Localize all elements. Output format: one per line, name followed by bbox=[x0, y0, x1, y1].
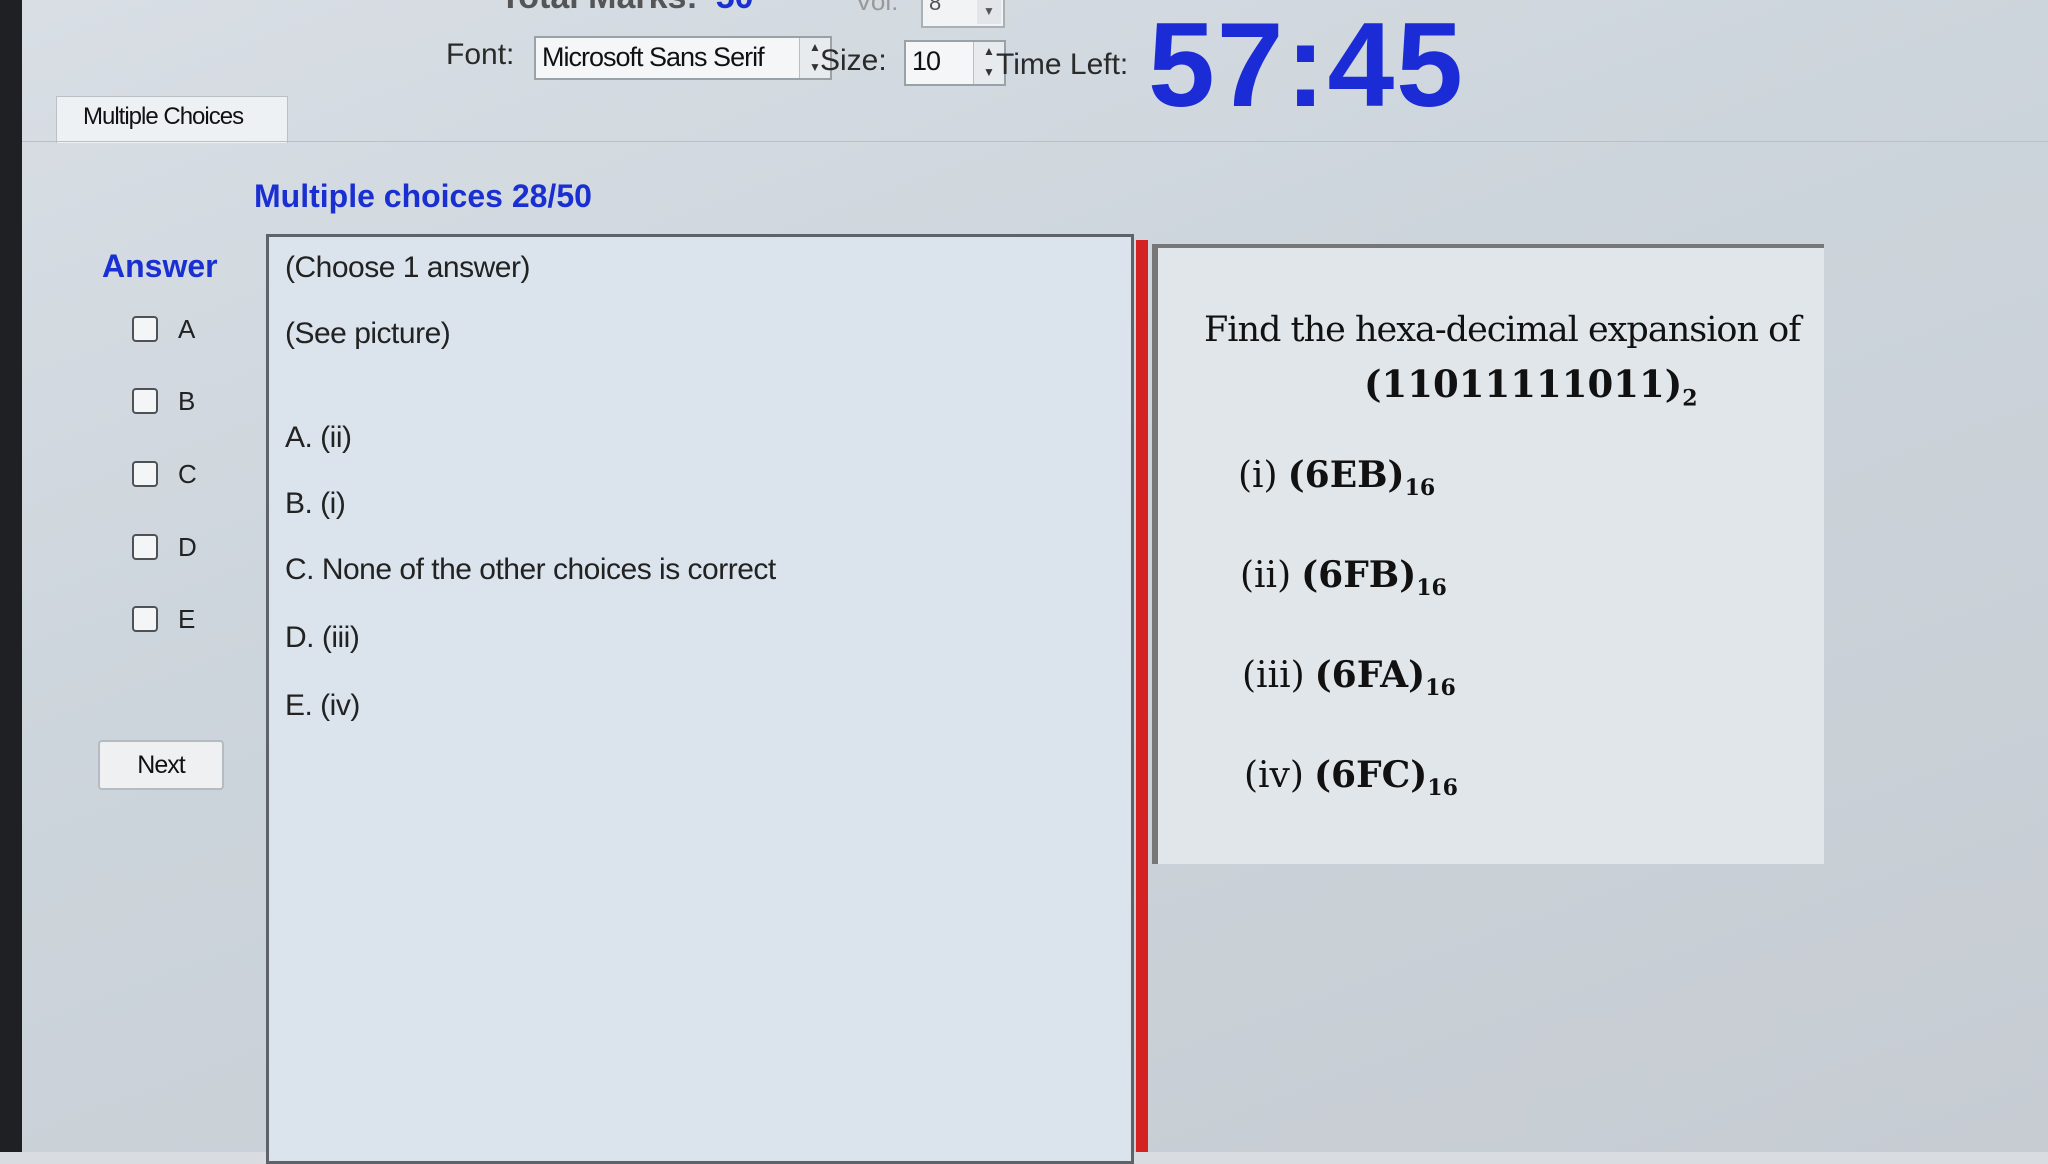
volume-value: 8 bbox=[929, 0, 942, 15]
tab-label: Multiple Choices bbox=[83, 103, 244, 130]
option-base: 16 bbox=[1427, 775, 1458, 802]
time-left-label: Time Left: bbox=[996, 48, 1129, 81]
option-base: 16 bbox=[1404, 475, 1436, 502]
option-base: 16 bbox=[1425, 675, 1456, 702]
answer-option-label: B bbox=[178, 386, 196, 416]
picture-option-ii: (ii) (6FB)16 bbox=[1240, 554, 1447, 601]
choice-d: D. (iii) bbox=[285, 621, 360, 654]
option-value: (6FA) bbox=[1314, 654, 1426, 696]
picture-option-i: (i) (6EB)16 bbox=[1238, 454, 1435, 501]
countdown-timer: 57:45 bbox=[1148, 0, 1465, 132]
choice-b: B. (i) bbox=[285, 487, 346, 520]
option-base: 16 bbox=[1416, 575, 1447, 602]
choice-e: E. (iv) bbox=[285, 689, 360, 722]
next-button[interactable]: Next bbox=[98, 740, 224, 790]
choice-c: C. None of the other choices is correct bbox=[285, 553, 776, 586]
font-label: Font: bbox=[446, 38, 515, 71]
answer-option-label: E bbox=[178, 604, 196, 634]
question-progress: Multiple choices 28/50 bbox=[254, 178, 592, 214]
monitor-bezel bbox=[0, 0, 22, 1152]
option-value: (6FC) bbox=[1313, 754, 1428, 796]
question-picture: Find the hexa-decimal expansion of (1101… bbox=[1152, 244, 1824, 864]
total-marks: Total Marks: 50 bbox=[500, 0, 754, 17]
picture-binary-number: (11011111011)2 bbox=[1364, 362, 1698, 411]
answer-option-label: A bbox=[178, 314, 196, 344]
volume-select[interactable]: 8 ▼ bbox=[921, 0, 1005, 28]
font-value: Microsoft Sans Serif bbox=[542, 42, 765, 72]
option-value: (6EB) bbox=[1287, 454, 1405, 496]
total-marks-label: Total Marks: bbox=[500, 0, 698, 16]
picture-option-iv: (iv) (6FC)16 bbox=[1244, 754, 1458, 801]
picture-title: Find the hexa-decimal expansion of bbox=[1204, 310, 1801, 350]
picture-option-iii: (iii) (6FA)16 bbox=[1242, 654, 1456, 701]
checkbox[interactable] bbox=[132, 606, 158, 632]
font-selector[interactable]: Microsoft Sans Serif ▲ ▼ bbox=[534, 36, 832, 80]
option-value: (6FB) bbox=[1301, 554, 1417, 596]
tab-divider bbox=[22, 141, 2048, 142]
question-panel: (Choose 1 answer) (See picture) A. (ii) … bbox=[266, 234, 1134, 1164]
tab-multiple-choices[interactable]: Multiple Choices bbox=[56, 96, 288, 143]
option-numeral: (iv) bbox=[1244, 755, 1304, 796]
answer-option-label: D bbox=[178, 532, 197, 562]
question-prompt: (See picture) bbox=[285, 317, 451, 350]
binary-value: (11011111011) bbox=[1364, 362, 1683, 406]
checkbox[interactable] bbox=[132, 388, 158, 414]
option-numeral: (i) bbox=[1238, 455, 1278, 496]
choice-a: A. (ii) bbox=[285, 421, 352, 454]
checkbox[interactable] bbox=[132, 534, 158, 560]
panel-divider bbox=[1136, 240, 1148, 1152]
binary-base: 2 bbox=[1682, 385, 1698, 412]
answer-option-label: C bbox=[178, 459, 197, 489]
size-stepper[interactable]: 10 ▲ ▼ bbox=[904, 40, 1006, 86]
option-numeral: (ii) bbox=[1240, 555, 1292, 596]
vol-label: Vol: bbox=[855, 0, 899, 16]
total-marks-value: 50 bbox=[716, 0, 754, 16]
question-instruction: (Choose 1 answer) bbox=[285, 251, 530, 284]
checkbox[interactable] bbox=[132, 461, 158, 487]
answer-title: Answer bbox=[102, 248, 218, 284]
size-value: 10 bbox=[912, 46, 941, 76]
checkbox[interactable] bbox=[132, 316, 158, 342]
chevron-down-icon[interactable]: ▼ bbox=[977, 0, 1001, 24]
option-numeral: (iii) bbox=[1242, 655, 1305, 696]
size-label: Size: bbox=[820, 44, 887, 77]
